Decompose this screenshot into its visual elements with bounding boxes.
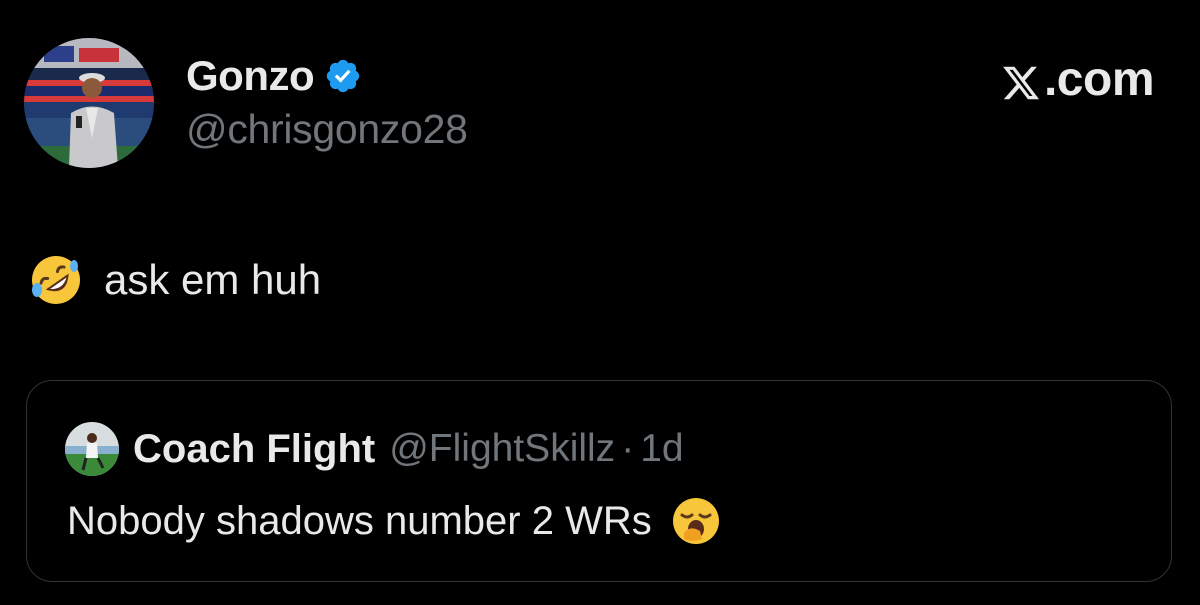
author-display-name[interactable]: Gonzo [186,52,315,100]
author-avatar[interactable] [24,38,154,168]
quoted-author-handle[interactable]: @FlightSkillz [389,427,615,471]
author-name-row: Gonzo [186,50,362,102]
brand-watermark: .com [1001,52,1155,107]
quoted-author-name[interactable]: Coach Flight [133,427,375,472]
separator-dot: · [621,427,635,470]
quoted-author-avatar[interactable] [65,422,119,476]
quoted-timestamp[interactable]: 1d [640,427,683,471]
quoted-tweet-header: Coach Flight @FlightSkillz · 1d [65,421,684,477]
tweet-text-row: ask em huh [28,252,321,308]
verified-badge-icon [324,57,362,95]
quoted-tweet-text: Nobody shadows number 2 WRs [67,498,652,543]
tweet-text: ask em huh [104,256,322,303]
yawning-face-emoji-icon [670,495,722,547]
profile-photo-icon [24,38,154,168]
quoted-tweet-card[interactable]: Coach Flight @FlightSkillz · 1d Nobody s… [26,380,1172,582]
profile-photo-icon [65,422,119,476]
x-logo-icon [1001,60,1041,100]
rolling-on-floor-laughing-emoji-icon [28,252,84,308]
author-handle[interactable]: @chrisgonzo28 [186,106,468,153]
brand-label: .com [1043,53,1155,106]
quoted-tweet-text-row: Nobody shadows number 2 WRs [67,495,722,547]
